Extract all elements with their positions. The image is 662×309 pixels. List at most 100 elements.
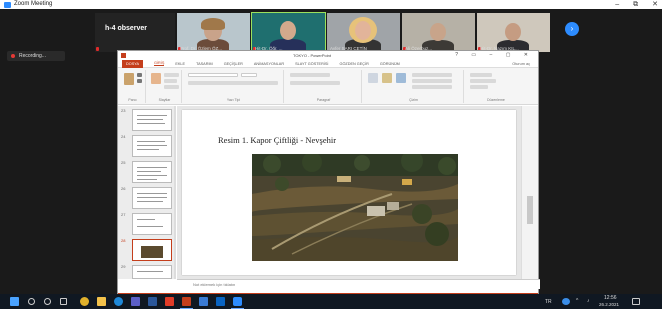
powerpoint-window: TOKYO - PowerPoint ? ▭ – ▢ ✕ DOSYA GİRİŞ… [117,50,540,303]
minimize-button[interactable]: – [615,0,619,9]
tab-review[interactable]: GÖZDEN GEÇİR [339,62,368,66]
next-participants-button[interactable]: › [565,22,579,36]
self-video-tile[interactable]: h-4 observer [95,13,175,52]
slide-photo[interactable] [252,154,458,261]
input-language[interactable]: TR [545,299,552,305]
layout-button[interactable] [164,73,179,77]
mail-icon[interactable] [216,297,225,306]
participant-tile[interactable]: Ayfer SARI ÇETİN [327,13,400,52]
teams-icon[interactable] [131,297,140,306]
tab-design[interactable]: TASARIM [196,62,213,66]
close-button[interactable]: ✕ [652,0,658,9]
clock-time[interactable]: 12:56 [604,295,617,301]
slide-number: 27 [121,212,126,217]
volume-icon[interactable]: ♪ [587,298,590,304]
notification-icon[interactable] [632,298,640,305]
list-buttons[interactable] [290,73,330,77]
edge-icon[interactable] [114,297,123,306]
ppt-window-controls[interactable]: ? ▭ – ▢ ✕ [455,52,534,58]
zoom-titlebar: Zoom Meeting – ⧉ ✕ [0,0,662,9]
find-button[interactable] [470,73,492,77]
photos-icon[interactable] [199,297,208,306]
thumbnail-scrollbar[interactable] [174,106,176,279]
thumbnail-preview [132,187,172,209]
screen: Zoom Meeting – ⧉ ✕ h-4 observer Prof. Dr… [0,0,662,309]
tab-slideshow[interactable]: SLAYT GÖSTERİSİ [295,62,328,66]
shape-outline-button[interactable] [412,79,452,83]
font-name-select[interactable] [188,73,238,77]
participant-face [280,21,296,40]
participant-face [430,23,446,41]
font-size-select[interactable] [241,73,257,77]
word-icon[interactable] [148,297,157,306]
search-icon[interactable] [28,298,35,305]
slide-thumbnail[interactable]: 27 [121,212,173,236]
windows-start-icon[interactable] [10,297,19,306]
tab-animations[interactable]: ANİMASYONLAR [254,62,284,66]
scrollbar-thumb[interactable] [527,196,533,224]
recording-label: Recording... [19,53,46,59]
replace-button[interactable] [470,79,496,83]
clock-date[interactable]: 26.2.2021 [599,302,619,307]
participant-tile[interactable]: Hit-Dr. Nazım KIL... [477,13,550,52]
slide-number: 29 [121,264,126,269]
sign-in-link[interactable]: Oturum aç [512,62,530,66]
zoom-logo-icon [4,1,11,8]
shape-fill-button[interactable] [412,73,452,77]
ppt-title: TOKYO - PowerPoint [293,53,331,58]
acrobat-icon[interactable] [165,297,174,306]
tab-view[interactable]: GÖRÜNÜM [380,62,400,66]
task-view-icon[interactable] [60,298,67,305]
select-button[interactable] [470,85,488,89]
tray-chevron-icon[interactable]: ^ [576,298,578,304]
participant-tile[interactable]: Ali Özerbuz... [402,13,475,52]
participant-hair [201,18,225,30]
current-slide[interactable]: Resim 1. Kapor Çiftliği - Nevşehir [182,110,516,275]
slide-thumbnail-selected[interactable]: 28 [121,238,173,262]
network-icon[interactable] [562,298,570,305]
cortana-icon[interactable] [44,298,51,305]
ppt-ribbon-tabs: DOSYA GİRİŞ EKLE TASARIM GEÇİŞLER ANİMAS… [118,59,538,68]
section-button[interactable] [164,85,179,89]
slide-vertical-scrollbar[interactable] [521,106,538,279]
slide-thumbnail[interactable]: 24 [121,134,173,158]
powerpoint-taskbar-icon[interactable] [182,297,191,306]
cut-icon[interactable] [137,73,142,77]
file-explorer-icon[interactable] [97,297,106,306]
participant-face [505,23,521,41]
participant-strip: h-4 observer Prof. Dr. Özlem ÖZ... Hit-D… [95,12,550,53]
arrange-icon[interactable] [382,73,392,83]
ppt-logo-icon [121,53,126,58]
align-buttons[interactable] [290,81,340,85]
paste-icon[interactable] [124,73,134,85]
thumbnail-preview [132,213,172,235]
new-slide-icon[interactable] [151,73,161,84]
reset-button[interactable] [164,79,177,83]
thumbnail-preview [132,265,172,279]
slide-thumbnail[interactable]: 23 [121,108,173,132]
tab-transitions[interactable]: GEÇİŞLER [224,62,243,66]
notes-pane[interactable]: Not eklemek için tıklatın [177,279,540,289]
tab-file[interactable]: DOSYA [122,59,144,68]
thumbnail-preview [132,239,172,261]
slide-thumbnail[interactable]: 29 [121,264,173,288]
ribbon-group-font: Yazı Tipi [184,70,284,103]
shape-effects-button[interactable] [412,85,452,89]
zoom-taskbar-icon[interactable] [233,297,242,306]
chrome-icon[interactable] [80,297,89,306]
slide-thumbnail[interactable]: 25 [121,160,173,184]
recording-dot-icon [11,54,15,58]
tab-insert[interactable]: EKLE [175,62,185,66]
maximize-button[interactable]: ⧉ [633,0,638,9]
tab-home[interactable]: GİRİŞ [154,61,165,66]
participant-tile[interactable]: Hit-Dr. Öğr. ... [251,12,326,53]
slide-thumbnail[interactable]: 26 [121,186,173,210]
shapes-icon[interactable] [368,73,378,83]
ribbon-group-label: Düzenleme [487,98,505,102]
quick-styles-icon[interactable] [396,73,406,83]
recording-indicator[interactable]: Recording... [7,51,65,61]
ribbon-group-label: Yazı Tipi [226,98,241,102]
font-format-buttons[interactable] [188,81,278,85]
participant-tile[interactable]: Prof. Dr. Özlem ÖZ... [177,13,250,52]
copy-icon[interactable] [137,79,142,83]
